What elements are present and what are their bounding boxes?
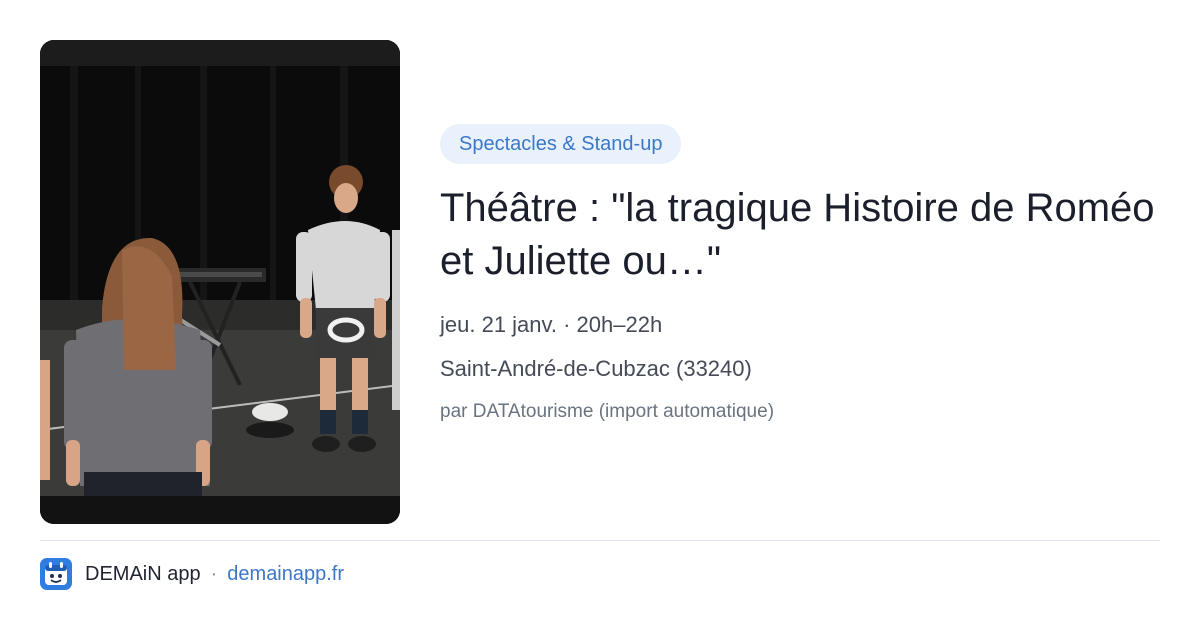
category-badge[interactable]: Spectacles & Stand-up — [440, 124, 682, 164]
domain-link[interactable]: demainapp.fr — [227, 563, 344, 586]
footer: DEMAiN app · demainapp.fr — [40, 556, 344, 592]
event-title: Théâtre : "la tragique Histoire de Roméo… — [440, 186, 1155, 283]
app-name: DEMAiN app — [85, 562, 201, 585]
footer-separator: · — [210, 562, 218, 585]
event-datetime: jeu. 21 janv. · 20h–22h — [440, 312, 663, 337]
demain-app-icon[interactable] — [40, 558, 72, 590]
event-photo — [40, 40, 400, 524]
divider — [40, 540, 1160, 541]
event-source: par DATAtourisme (import automatique) — [440, 401, 775, 422]
event-location: Saint-André-de-Cubzac (33240) — [440, 356, 752, 381]
